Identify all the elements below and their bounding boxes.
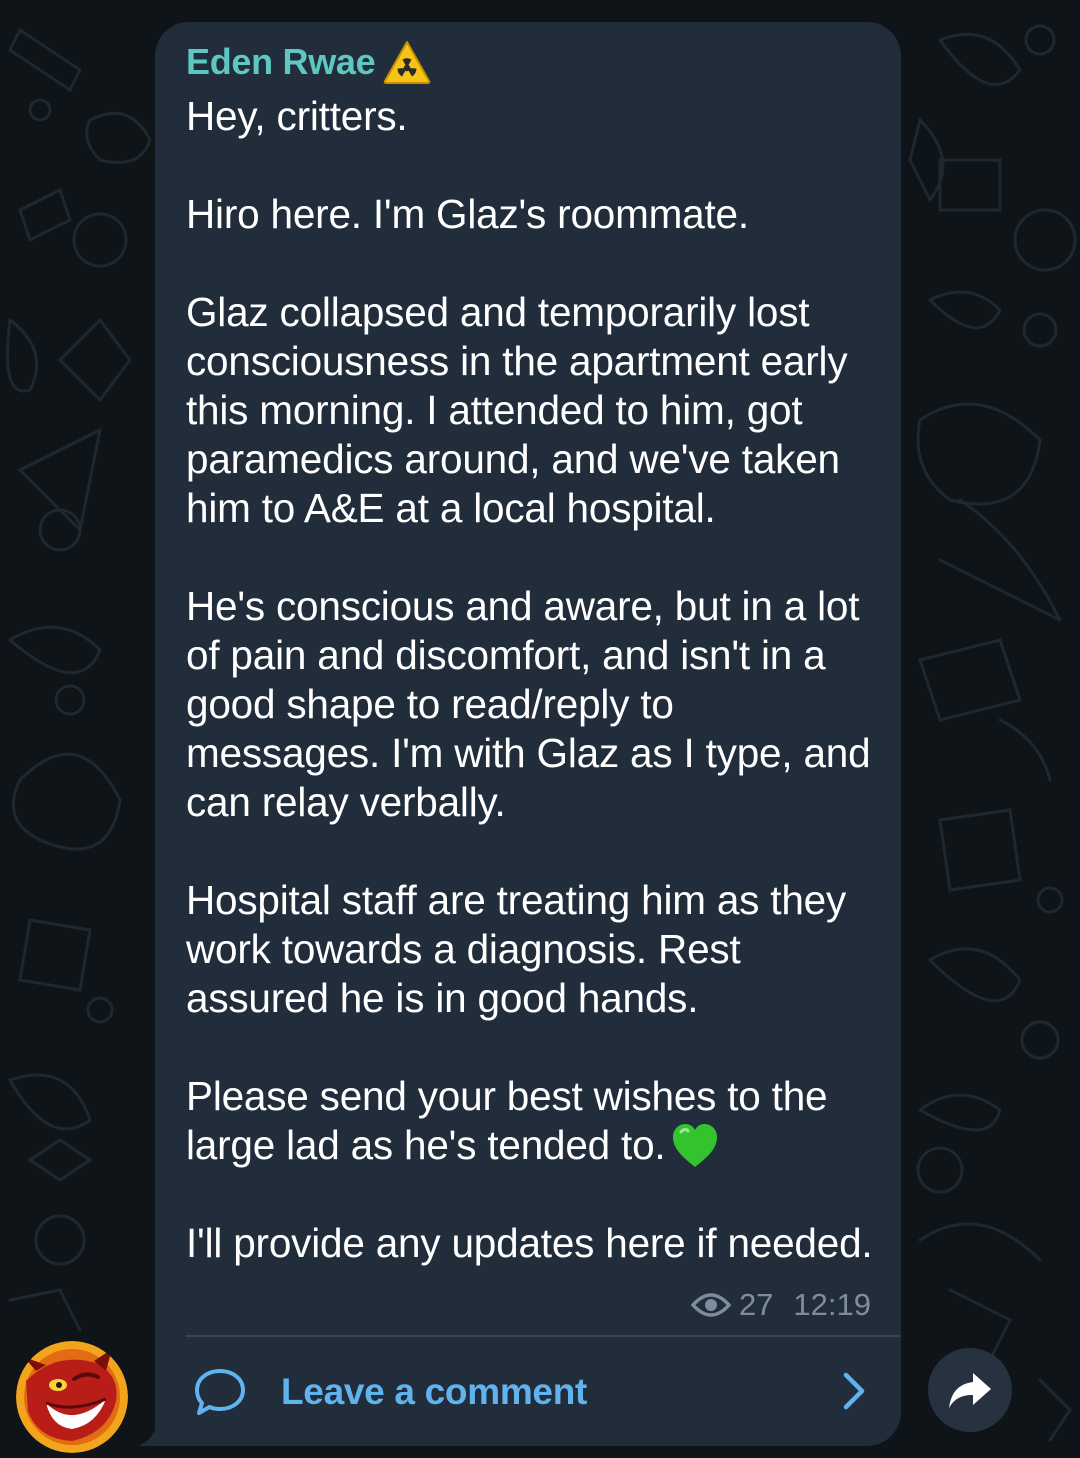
radiation-warning-icon [384, 41, 431, 84]
message-paragraph: Hiro here. I'm Glaz's roommate. [186, 191, 749, 237]
message-paragraph: Hospital staff are treating him as they … [186, 877, 847, 1021]
eye-icon [690, 1293, 731, 1317]
message-paragraph: He's conscious and aware, but in a lot o… [186, 583, 871, 825]
message-paragraph: I'll provide any updates here if needed. [186, 1220, 873, 1266]
message-paragraph-with-emoji: Please send your best wishes to the larg… [186, 1072, 876, 1170]
message-text: Hey, critters. Hiro here. I'm Glaz's roo… [186, 92, 876, 1268]
sender-header: Eden Rwae [186, 40, 431, 84]
leave-comment-label[interactable]: Leave a comment [281, 1371, 587, 1413]
dragon-avatar-image [16, 1341, 128, 1453]
share-arrow-icon [949, 1373, 991, 1408]
share-button[interactable] [928, 1348, 1012, 1432]
message-meta: 27 12:19 [690, 1287, 871, 1323]
message-time: 12:19 [793, 1287, 871, 1322]
chevron-right-icon [843, 1372, 865, 1410]
sender-name[interactable]: Eden Rwae [186, 41, 376, 83]
comment-bubble-icon [195, 1368, 245, 1415]
message-paragraph: Please send your best wishes to the larg… [186, 1073, 828, 1168]
leave-comment-button[interactable]: Leave a comment [155, 1337, 901, 1446]
avatar[interactable] [16, 1341, 128, 1453]
view-count: 27 [738, 1287, 774, 1322]
message-paragraph: Glaz collapsed and temporarily lost cons… [186, 289, 848, 531]
message-paragraph: Hey, critters. [186, 93, 408, 139]
green-heart-icon [673, 1124, 718, 1167]
